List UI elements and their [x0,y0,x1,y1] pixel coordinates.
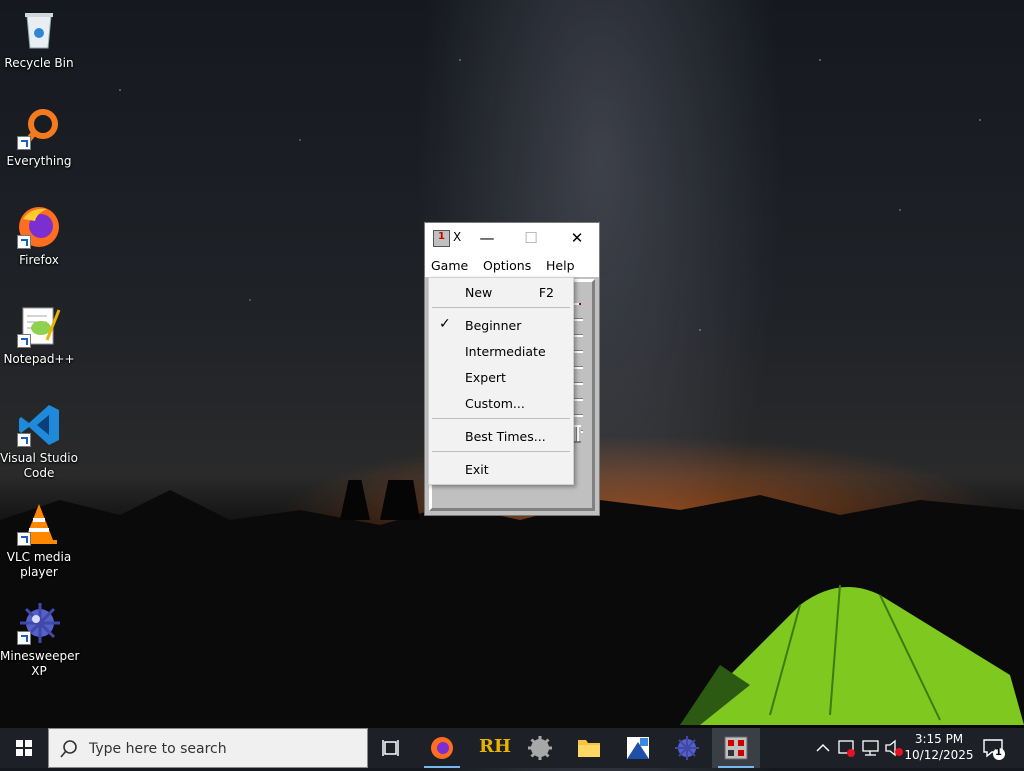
desktop-icon-label: Visual Studio Code [0,451,78,480]
taskbar: Type here to search RH 3:15 PM 10/12/202… [0,728,1024,768]
volume-muted-icon [885,739,903,757]
minesweeper-app-icon [724,736,748,760]
desktop-icon-everything[interactable]: Everything [0,106,78,169]
security-alert-icon [838,740,855,757]
notepadpp-icon [17,304,61,348]
menu-item-shortcut: F2 [538,285,554,300]
shortcut-arrow-icon [17,334,31,348]
everything-search-icon [17,106,61,150]
menu-options[interactable]: Options [483,258,531,273]
taskbar-clock[interactable]: 3:15 PM 10/12/2025 [904,731,974,763]
tray-show-hidden-icons[interactable] [812,728,834,768]
shortcut-arrow-icon [17,631,31,645]
network-icon [862,740,879,756]
desktop-icon-label: Minesweeper XP [0,649,80,678]
desktop-icon-label: Everything [6,154,72,168]
shortcut-arrow-icon [17,235,31,249]
checkmark-icon: ✓ [439,316,451,332]
menu-item-intermediate[interactable]: Intermediate [429,339,573,363]
shortcut-arrow-icon [17,136,31,150]
blue-app-icon [627,737,649,759]
taskbar-app-blue[interactable] [614,728,662,768]
menu-item-label: Beginner [465,318,522,333]
taskbar-settings[interactable] [516,728,564,768]
desktop-icon-label: Firefox [19,253,59,267]
search-icon [60,740,77,758]
firefox-icon [431,737,453,759]
menu-game[interactable]: Game [431,258,468,273]
minesweeper-app-icon [433,230,450,247]
menu-item-best-times[interactable]: Best Times... [429,424,573,448]
task-view-icon [382,740,399,756]
resource-hacker-icon: RH [479,736,511,757]
menu-item-label: Custom... [465,396,525,411]
desktop-icon-label: Recycle Bin [4,56,74,70]
menu-item-exit[interactable]: Exit [429,457,573,481]
clock-date: 10/12/2025 [904,748,974,762]
taskbar-firefox[interactable] [418,728,466,768]
taskbar-minesweeper-xp[interactable] [663,728,711,768]
mine-icon [17,601,61,645]
desktop-icon-recycle-bin[interactable]: Recycle Bin [0,8,78,71]
menu-separator [432,451,570,452]
mine-icon [675,736,699,760]
menu-item-custom[interactable]: Custom... [429,391,573,415]
wallpaper-tent [680,584,1024,725]
tray-security[interactable] [836,728,858,768]
taskbar-rh[interactable]: RH [467,728,515,768]
shortcut-arrow-icon [17,433,31,447]
close-button[interactable]: ✕ [555,223,599,253]
chevron-up-icon [816,743,830,752]
desktop-icon-firefox[interactable]: Firefox [0,205,78,268]
menu-item-new[interactable]: New F2 [429,280,573,304]
taskbar-search-box[interactable]: Type here to search [48,728,368,768]
task-view-button[interactable] [368,728,416,768]
desktop-icon-vlc[interactable]: VLC media player [0,502,78,580]
windows-logo-icon [16,740,32,756]
menu-item-label: Expert [465,370,506,385]
title-bar[interactable]: X — ☐ ✕ [425,223,599,253]
menu-item-label: Intermediate [465,344,546,359]
menu-separator [432,307,570,308]
desktop-icon-vscode[interactable]: Visual Studio Code [0,403,78,481]
taskbar-minesweeper-window[interactable] [712,728,760,768]
search-placeholder: Type here to search [89,741,227,757]
game-menu-dropdown: New F2 ✓ Beginner Intermediate Expert Cu… [428,277,574,485]
maximize-button[interactable]: ☐ [509,223,553,253]
shortcut-arrow-icon [17,532,31,546]
mine-grid-column[interactable] [573,305,583,441]
firefox-icon [17,205,61,249]
menu-item-label: Best Times... [465,429,546,444]
tray-volume[interactable] [883,728,905,768]
desktop-icon-minesweeper[interactable]: Minesweeper XP [0,601,80,679]
gear-icon [528,736,552,760]
menu-item-expert[interactable]: Expert [429,365,573,389]
vscode-icon [17,403,61,447]
minimize-button[interactable]: — [465,223,509,253]
taskbar-file-explorer[interactable] [565,728,613,768]
menu-item-label: Exit [465,462,489,477]
notification-count: 1 [995,747,1002,758]
clock-time: 3:15 PM [914,732,964,746]
desktop-icon-label: Notepad++ [3,352,75,366]
window-title: X [453,230,462,244]
tray-network[interactable] [860,728,882,768]
start-button[interactable] [0,728,48,768]
menu-item-label: New [465,285,493,300]
action-center-button[interactable]: 1 [978,728,1018,768]
recycle-bin-icon [17,8,61,52]
menu-help[interactable]: Help [546,258,575,273]
desktop-icon-label: VLC media player [6,550,72,579]
menu-bar: Game Options Help [425,253,599,277]
menu-separator [432,418,570,419]
folder-icon [578,740,600,757]
menu-item-beginner[interactable]: ✓ Beginner [429,313,573,337]
vlc-cone-icon [17,502,61,546]
desktop-icon-notepadpp[interactable]: Notepad++ [0,304,78,367]
